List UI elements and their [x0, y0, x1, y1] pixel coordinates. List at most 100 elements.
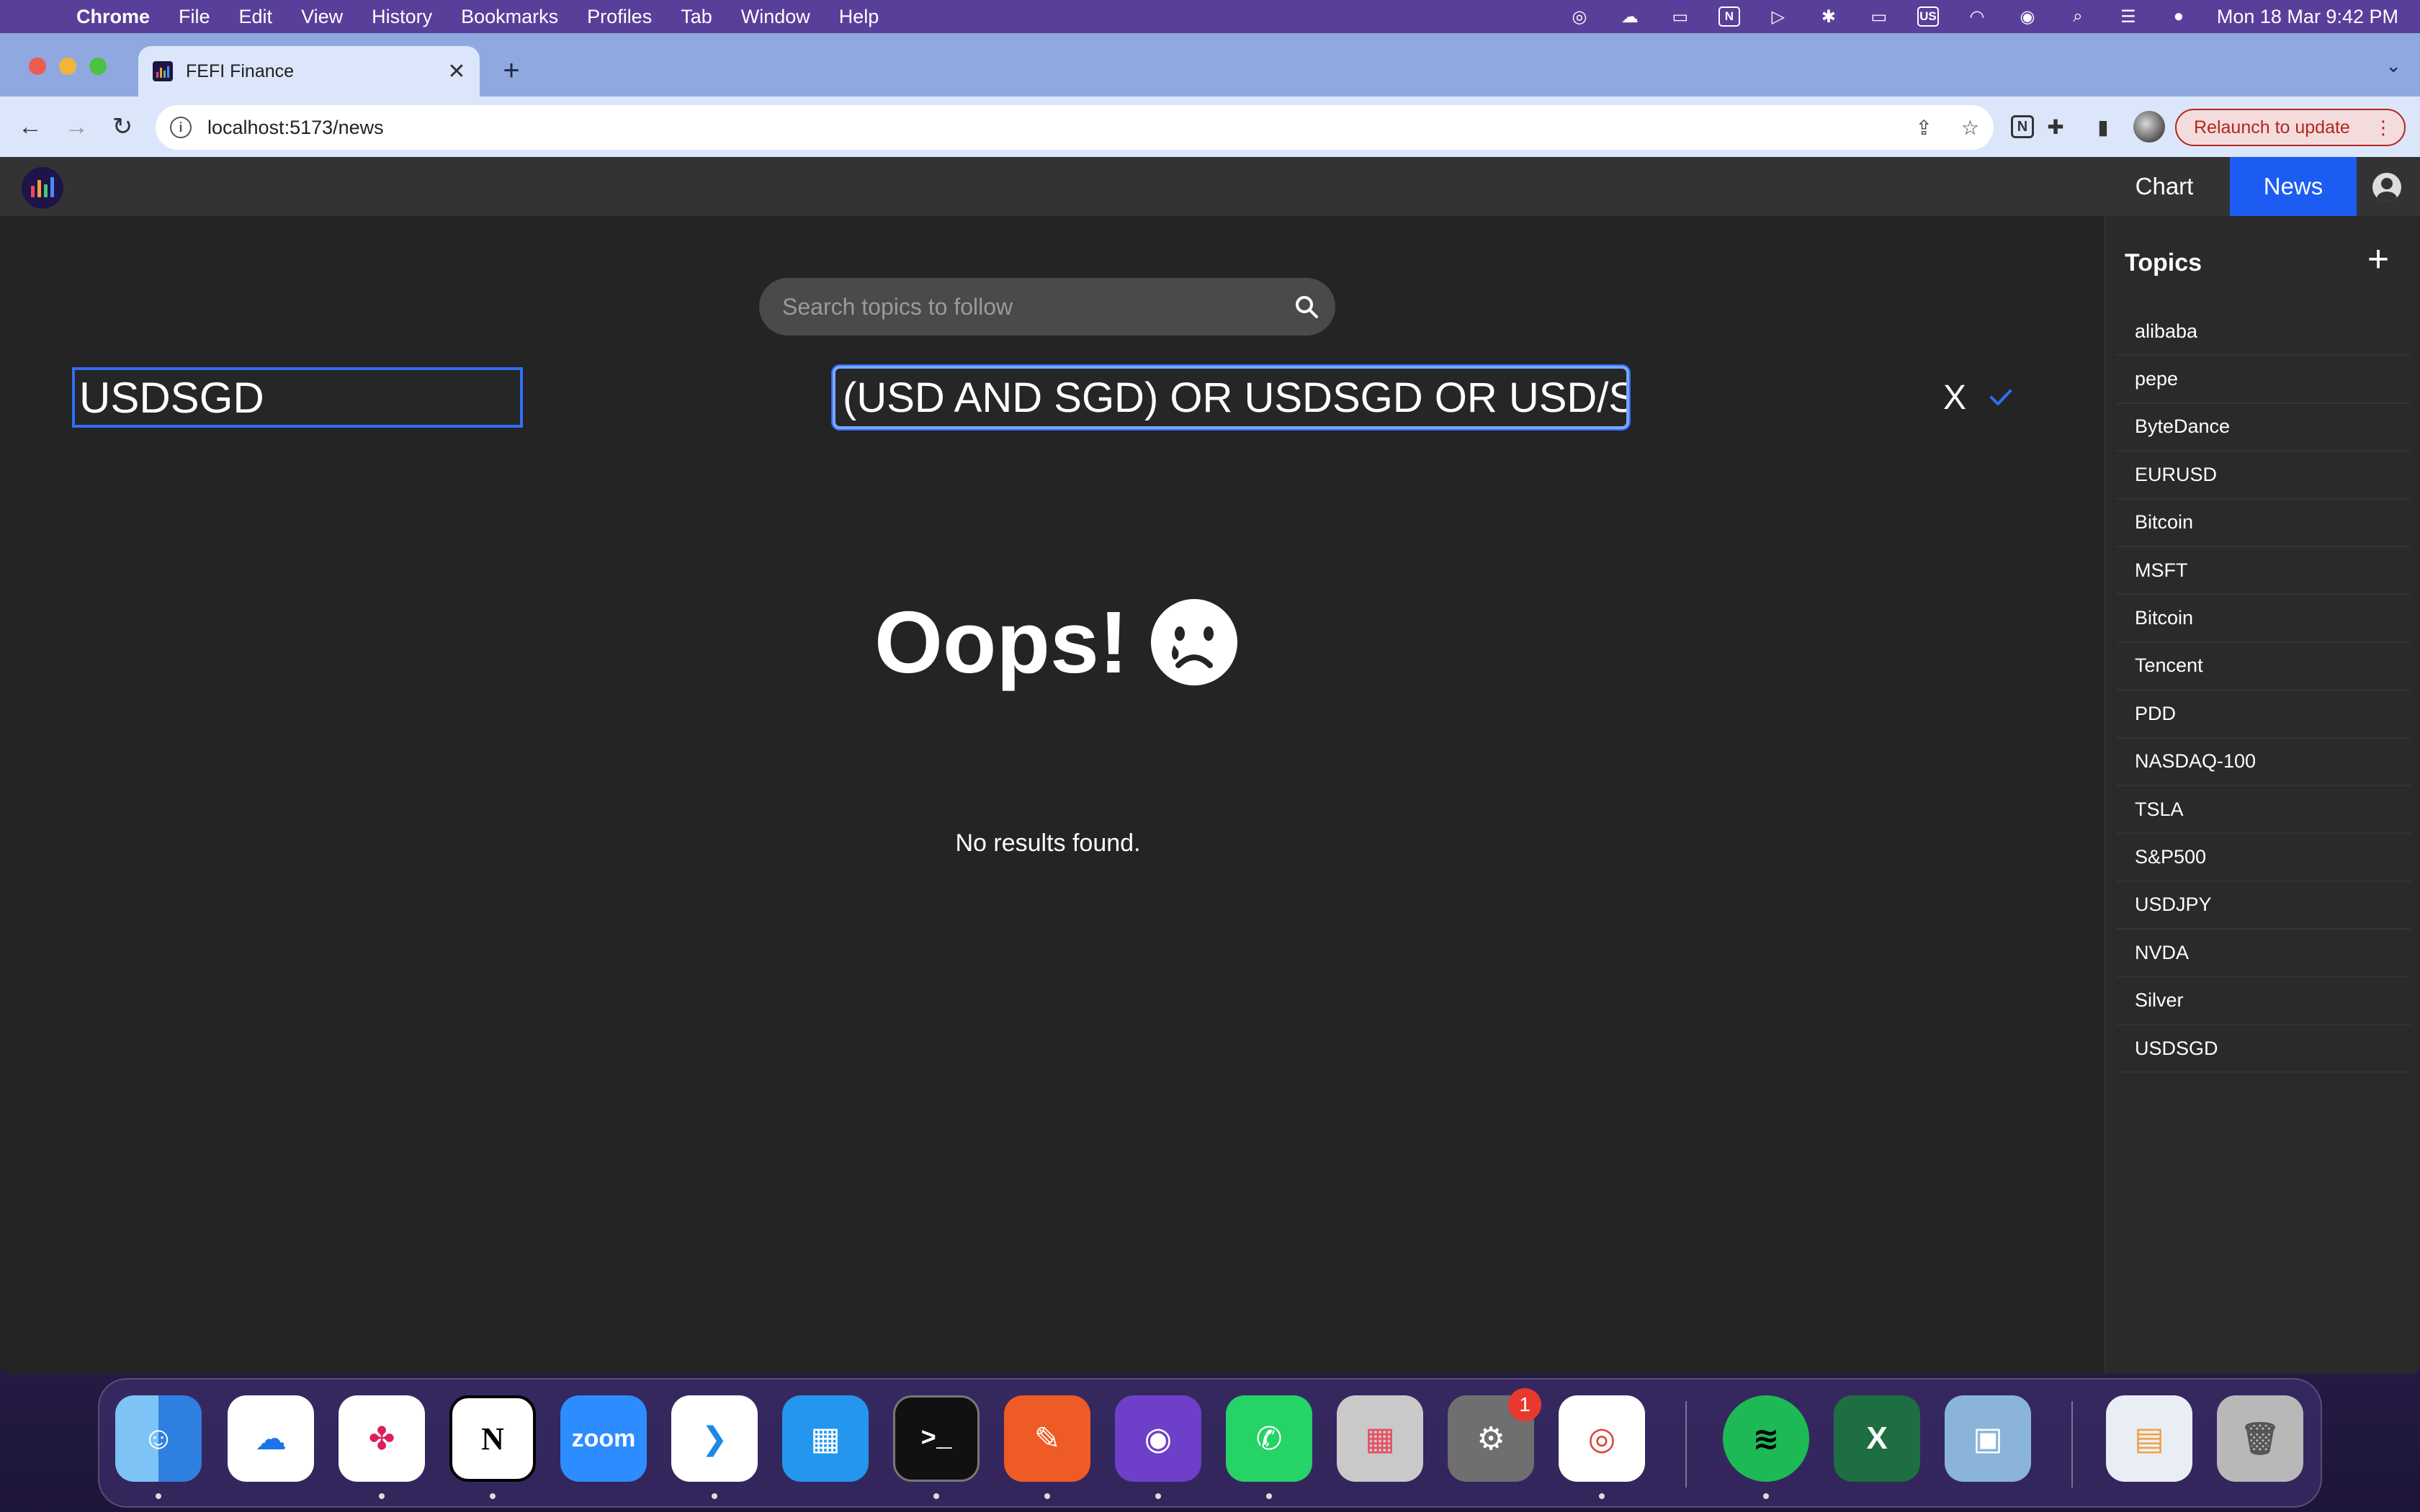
- notion-icon[interactable]: N: [449, 1395, 536, 1482]
- whatsapp-icon[interactable]: ✆: [1226, 1395, 1312, 1482]
- topic-item[interactable]: EURUSD: [2116, 451, 2411, 500]
- profile-avatar[interactable]: [2133, 111, 2165, 143]
- input-source-icon[interactable]: US: [1917, 6, 1939, 27]
- topic-query-input[interactable]: (USD AND SGD) OR USDSGD OR USD/S: [833, 366, 1629, 429]
- topic-item[interactable]: pepe: [2116, 356, 2411, 404]
- menu-profiles[interactable]: Profiles: [587, 6, 652, 28]
- vscode-icon[interactable]: ❯: [671, 1395, 758, 1482]
- topic-search-bar[interactable]: Search topics to follow: [759, 278, 1335, 336]
- menu-help[interactable]: Help: [839, 6, 879, 28]
- docker-icon[interactable]: ▦: [782, 1395, 869, 1482]
- running-indicator: [490, 1493, 496, 1499]
- topic-item[interactable]: MSFT: [2116, 547, 2411, 595]
- extensions-puzzle-icon[interactable]: ✚: [2041, 111, 2070, 143]
- spotlight-icon[interactable]: ⌕: [2066, 6, 2090, 26]
- search-input[interactable]: Search topics to follow: [782, 294, 1278, 320]
- forward-button[interactable]: →: [60, 111, 92, 143]
- creative-cloud-icon[interactable]: ◎: [1567, 7, 1592, 27]
- menu-edit[interactable]: Edit: [239, 6, 273, 28]
- back-button[interactable]: ←: [14, 111, 46, 143]
- topic-item[interactable]: alibaba: [2116, 308, 2411, 356]
- menubar-clock[interactable]: Mon 18 Mar 9:42 PM: [2217, 6, 2398, 28]
- slack-icon[interactable]: ✤: [339, 1395, 425, 1482]
- cloud-icon[interactable]: ☁: [1618, 7, 1642, 27]
- running-indicator: [1155, 1493, 1161, 1499]
- chrome-window: FEFI Finance ✕ + ⌄ ← → ↻ i localhost:517…: [0, 33, 2420, 1374]
- tab-fefi-finance[interactable]: FEFI Finance ✕: [138, 46, 480, 96]
- user-switch-icon[interactable]: ◉: [2015, 7, 2040, 27]
- topic-item[interactable]: NASDAQ-100: [2116, 739, 2411, 786]
- topic-item[interactable]: PDD: [2116, 690, 2411, 739]
- finder-icon[interactable]: ☺: [115, 1395, 202, 1482]
- menu-bookmarks[interactable]: Bookmarks: [461, 6, 558, 28]
- close-window-button[interactable]: [29, 58, 46, 75]
- menu-window[interactable]: Window: [741, 6, 810, 28]
- new-tab-button[interactable]: +: [497, 55, 526, 87]
- menu-view[interactable]: View: [301, 6, 343, 28]
- chrome-icon[interactable]: ◎: [1559, 1395, 1645, 1482]
- tab-search-chevron-icon[interactable]: ⌄: [2385, 55, 2401, 77]
- running-indicator: [379, 1493, 385, 1499]
- confirm-edit-button[interactable]: [1986, 376, 2015, 419]
- topic-item[interactable]: USDSGD: [2116, 1025, 2411, 1074]
- excel-icon[interactable]: X: [1834, 1395, 1920, 1482]
- nav-news[interactable]: News: [2230, 157, 2357, 216]
- preview-icon[interactable]: ▣: [1945, 1395, 2031, 1482]
- share-icon[interactable]: ⇪: [1915, 116, 1932, 140]
- zoom-icon[interactable]: zoom: [560, 1395, 647, 1482]
- nav-chart[interactable]: Chart: [2115, 157, 2214, 216]
- menu-file[interactable]: File: [179, 6, 210, 28]
- launchpad-icon[interactable]: ▦: [1337, 1395, 1423, 1482]
- topic-item[interactable]: USDJPY: [2116, 882, 2411, 930]
- downloads-stack-icon[interactable]: ▤: [2106, 1395, 2192, 1482]
- topic-item[interactable]: TSLA: [2116, 786, 2411, 834]
- zoom-window-button[interactable]: [89, 58, 107, 75]
- app-header: Chart News: [0, 157, 2420, 216]
- battery-icon[interactable]: ▭: [1867, 7, 1891, 27]
- postman-icon[interactable]: ✎: [1004, 1395, 1090, 1482]
- relaunch-to-update-button[interactable]: Relaunch to update ⋮: [2175, 109, 2406, 146]
- trash-icon[interactable]: 🗑: [2217, 1395, 2303, 1482]
- side-panel-icon[interactable]: ▮: [2089, 111, 2118, 143]
- bluetooth-icon[interactable]: ✱: [1816, 7, 1841, 27]
- topic-name-input[interactable]: USDSGD: [72, 367, 523, 428]
- site-info-icon[interactable]: i: [170, 117, 192, 138]
- screen-mirror-icon[interactable]: ▭: [1668, 7, 1693, 27]
- menu-app-name[interactable]: Chrome: [76, 6, 150, 28]
- menu-history[interactable]: History: [372, 6, 432, 28]
- kebab-menu-icon: ⋮: [2374, 116, 2393, 138]
- running-indicator: [933, 1493, 939, 1499]
- macos-dock: ☺ ☁ ✤ N zoom ❯ ▦ >_ ✎ ◉ ✆ ▦ ⚙ 1 ◎ ≋ X ▣ …: [98, 1378, 2322, 1508]
- reload-button[interactable]: ↻: [107, 111, 138, 143]
- topic-item[interactable]: NVDA: [2116, 930, 2411, 978]
- relaunch-label: Relaunch to update: [2194, 117, 2350, 138]
- terminal-icon[interactable]: >_: [893, 1395, 980, 1482]
- topic-item[interactable]: S&P500: [2116, 834, 2411, 882]
- siri-icon[interactable]: ●: [2166, 6, 2191, 26]
- address-bar[interactable]: i localhost:5173/news ⇪ ☆: [156, 105, 1994, 150]
- topic-item[interactable]: Bitcoin: [2116, 595, 2411, 643]
- user-account-icon[interactable]: [2372, 173, 2401, 202]
- topic-item[interactable]: ByteDance: [2116, 404, 2411, 452]
- play-icon[interactable]: ▷: [1766, 7, 1791, 27]
- cancel-edit-button[interactable]: X: [1942, 376, 1968, 419]
- spotify-icon[interactable]: ≋: [1723, 1395, 1809, 1482]
- control-center-icon[interactable]: ☰: [2116, 7, 2141, 27]
- tab-close-icon[interactable]: ✕: [442, 59, 471, 84]
- bookmark-star-icon[interactable]: ☆: [1961, 116, 1979, 140]
- url-text[interactable]: localhost:5173/news: [207, 117, 384, 139]
- menu-tab[interactable]: Tab: [681, 6, 712, 28]
- notion-status-icon[interactable]: N: [1718, 6, 1740, 27]
- onedrive-icon[interactable]: ☁: [228, 1395, 314, 1482]
- topic-item[interactable]: Silver: [2116, 977, 2411, 1025]
- wifi-icon[interactable]: ◠: [1965, 7, 1989, 27]
- topic-item[interactable]: Tencent: [2116, 643, 2411, 691]
- minimize-window-button[interactable]: [59, 58, 76, 75]
- search-icon[interactable]: [1278, 294, 1335, 319]
- macos-menu-bar: Chrome File Edit View History Bookmarks …: [0, 0, 2420, 33]
- add-topic-button[interactable]: +: [2360, 238, 2397, 280]
- notion-extension-icon[interactable]: N: [2011, 115, 2034, 138]
- fefi-logo[interactable]: [22, 167, 63, 209]
- github-desktop-icon[interactable]: ◉: [1115, 1395, 1201, 1482]
- topic-item[interactable]: Bitcoin: [2116, 500, 2411, 547]
